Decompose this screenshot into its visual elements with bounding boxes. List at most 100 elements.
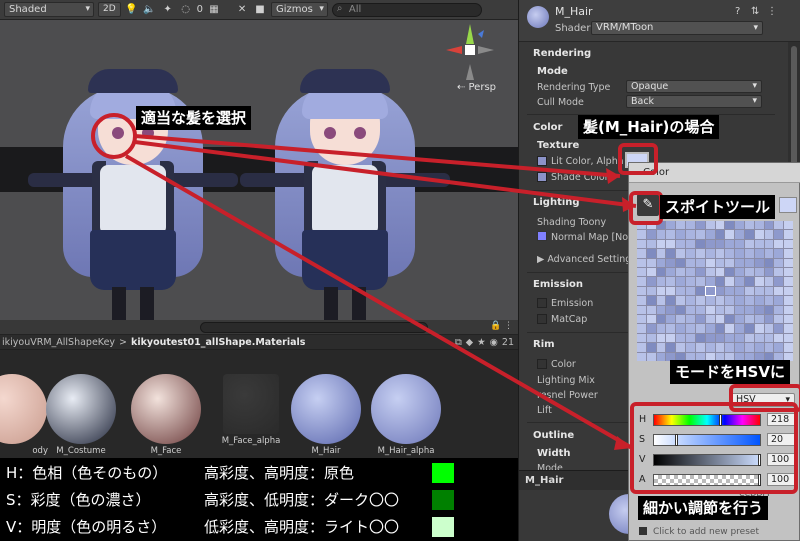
audio-icon[interactable]: 🔈	[143, 3, 157, 17]
slider-track[interactable]	[653, 474, 761, 486]
magnifier-pixel	[754, 277, 764, 286]
rendering-type-dropdown[interactable]: Opaque	[626, 80, 762, 93]
lock-icon[interactable]: 🔒	[490, 321, 501, 331]
material-asset[interactable]: M_Hair	[290, 374, 362, 456]
shader-dropdown[interactable]: VRM/MToon	[591, 21, 763, 35]
gizmos-dropdown[interactable]: Gizmos	[271, 2, 328, 17]
eyedropper-magnifier	[637, 221, 793, 361]
slider-a: A 100	[637, 473, 797, 487]
filter-label-icon[interactable]: ◆	[466, 337, 473, 348]
help-icon[interactable]: ?	[735, 6, 740, 17]
magnifier-pixel	[705, 239, 715, 249]
slider-handle[interactable]	[719, 414, 722, 426]
material-thumbnail	[0, 374, 47, 444]
lighting-mix-label: Lighting Mix	[537, 375, 595, 386]
magnifier-pixel	[676, 314, 686, 324]
breadcrumb-current[interactable]: kikyoutest01_allShape.Materials	[131, 337, 305, 348]
filter-type-icon[interactable]: ⧉	[455, 337, 462, 348]
color-mode-dropdown[interactable]: HSV	[731, 393, 795, 407]
magnifier-pixel	[637, 286, 646, 296]
magnifier-pixel	[774, 333, 784, 343]
magnifier-pixel	[686, 314, 695, 324]
slider-handle[interactable]	[675, 434, 678, 446]
magnifier-pixel	[637, 352, 646, 361]
material-asset[interactable]: ody	[0, 374, 48, 456]
slider-value-field[interactable]: 218	[767, 413, 797, 426]
project-search-input[interactable]	[200, 322, 428, 333]
lit-color-label: Lit Color, Alpha	[551, 156, 624, 167]
magnifier-pixel	[695, 333, 705, 343]
magnifier-pixel	[646, 352, 656, 361]
magnifier-pixel	[715, 324, 725, 333]
color-example-desc: 低彩度、高明度：ライト〇〇	[204, 518, 400, 536]
magnifier-pixel	[637, 230, 646, 239]
magnifier-pixel	[656, 267, 666, 277]
eyedropper-button[interactable]: ✎	[637, 194, 659, 216]
tools-icon[interactable]: ✕	[235, 3, 249, 17]
visibility-icon[interactable]: ◉	[490, 337, 498, 348]
color-picker-titlebar[interactable]: Color	[629, 163, 800, 183]
cull-mode-label: Cull Mode	[537, 97, 584, 108]
magnifier-pixel	[725, 230, 735, 239]
effects-icon[interactable]: ✦	[161, 3, 175, 17]
magnifier-pixel	[744, 286, 754, 296]
magnifier-pixel	[656, 314, 666, 324]
advanced-settings-foldout[interactable]: ▶ Advanced Settings	[537, 254, 636, 265]
lighting-icon[interactable]: 💡	[125, 3, 139, 17]
favorite-icon[interactable]: ★	[477, 337, 486, 348]
material-asset[interactable]: M_Costume	[45, 374, 117, 456]
2d-toggle-button[interactable]: 2D	[98, 2, 121, 17]
legend-row: S：彩度（色の濃さ） 高彩度、低明度：ダーク〇〇	[0, 486, 518, 513]
breadcrumb-parent[interactable]: ikiyouVRM_AllShapeKey	[2, 337, 115, 348]
scene-viewport[interactable]: ⇠ Persp	[0, 20, 518, 320]
matcap-texture-slot[interactable]	[537, 314, 547, 324]
projection-label[interactable]: ⇠ Persp	[457, 82, 496, 93]
grid-icon[interactable]: ▦	[207, 3, 221, 17]
magnifier-pixel	[695, 230, 705, 239]
preset-add-icon[interactable]	[639, 527, 647, 535]
eye-hidden-icon[interactable]: ◌	[179, 3, 193, 17]
material-asset[interactable]: M_Hair_alpha	[370, 374, 442, 456]
material-thumbnail	[371, 374, 441, 444]
camera-icon[interactable]: ■	[253, 3, 267, 17]
rim-texture-slot[interactable]	[537, 359, 547, 369]
slider-value-field[interactable]: 100	[767, 473, 797, 486]
magnifier-pixel	[656, 277, 666, 286]
slider-value-field[interactable]: 100	[767, 453, 797, 466]
slider-track[interactable]	[653, 414, 761, 426]
avatar-model-left[interactable]	[28, 65, 238, 320]
preset-hint[interactable]: Click to add new preset	[653, 527, 759, 537]
preset-icon[interactable]: ⇅	[751, 6, 759, 17]
slider-handle[interactable]	[758, 454, 761, 466]
slider-track[interactable]	[653, 454, 761, 466]
magnifier-pixel	[686, 333, 695, 343]
settings-icon[interactable]: ⋮	[767, 6, 777, 17]
slider-handle[interactable]	[758, 474, 761, 486]
callout-hair-case: 髪(M_Hair)の場合	[578, 115, 720, 139]
magnifier-pixel	[725, 258, 735, 267]
magnifier-pixel	[754, 296, 764, 305]
normal-map-slot[interactable]	[537, 231, 547, 241]
menu-icon[interactable]: ⋮	[504, 321, 513, 331]
lit-texture-slot[interactable]	[537, 156, 547, 166]
magnifier-pixel	[715, 258, 725, 267]
persp-arrow-icon: ⇠	[456, 82, 469, 93]
scene-search-input[interactable]: All	[331, 2, 482, 17]
shade-texture-slot[interactable]	[537, 172, 547, 182]
slider-v: V 100	[637, 453, 797, 467]
shading-mode-dropdown[interactable]: Shaded	[4, 2, 94, 17]
material-asset[interactable]: M_Face	[130, 374, 202, 456]
magnifier-pixel	[686, 230, 695, 239]
material-thumbnail	[223, 374, 279, 434]
magnifier-pixel	[735, 221, 744, 230]
slider-value-field[interactable]: 20	[767, 433, 797, 446]
magnifier-pixel	[715, 314, 725, 324]
magnifier-pixel	[784, 221, 793, 230]
magnifier-pixel	[705, 333, 715, 343]
material-asset[interactable]: M_Face_alpha	[215, 374, 287, 446]
avatar-model-right[interactable]	[240, 65, 450, 320]
cull-mode-dropdown[interactable]: Back	[626, 95, 762, 108]
slider-track[interactable]	[653, 434, 761, 446]
emission-texture-slot[interactable]	[537, 298, 547, 308]
magnifier-pixel	[646, 239, 656, 249]
